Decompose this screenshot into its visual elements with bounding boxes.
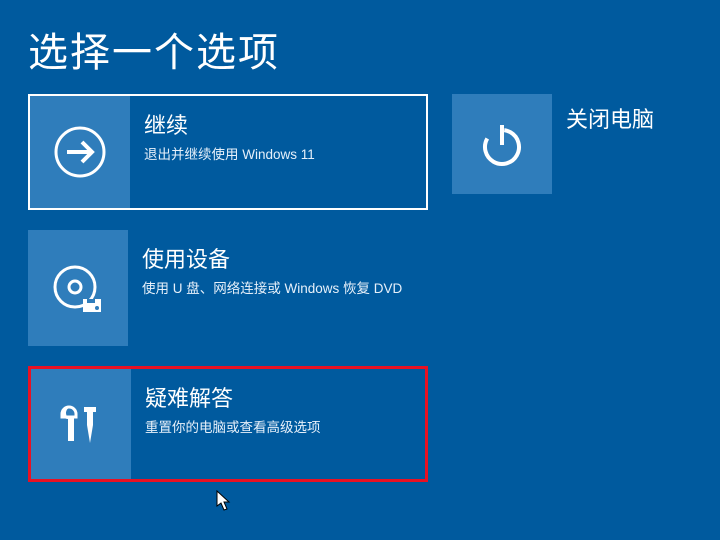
page-title: 选择一个选项 bbox=[0, 0, 720, 94]
cursor-icon bbox=[216, 490, 232, 512]
tile-shutdown-label: 关闭电脑 bbox=[566, 94, 654, 134]
tools-icon bbox=[31, 369, 131, 479]
tile-use-device[interactable]: 使用设备 使用 U 盘、网络连接或 Windows 恢复 DVD bbox=[28, 230, 428, 346]
tile-use-device-title: 使用设备 bbox=[142, 242, 402, 274]
power-icon bbox=[452, 94, 552, 194]
tile-continue-title: 继续 bbox=[144, 108, 315, 140]
arrow-right-icon bbox=[30, 96, 130, 208]
tile-continue-subtitle: 退出并继续使用 Windows 11 bbox=[144, 146, 315, 164]
disc-icon bbox=[28, 230, 128, 346]
tile-troubleshoot-subtitle: 重置你的电脑或查看高级选项 bbox=[145, 419, 321, 437]
tile-use-device-subtitle: 使用 U 盘、网络连接或 Windows 恢复 DVD bbox=[142, 280, 402, 298]
tile-continue[interactable]: 继续 退出并继续使用 Windows 11 bbox=[28, 94, 428, 210]
tile-shutdown[interactable]: 关闭电脑 bbox=[452, 94, 654, 210]
tile-troubleshoot[interactable]: 疑难解答 重置你的电脑或查看高级选项 bbox=[28, 366, 428, 482]
tile-troubleshoot-title: 疑难解答 bbox=[145, 381, 321, 413]
